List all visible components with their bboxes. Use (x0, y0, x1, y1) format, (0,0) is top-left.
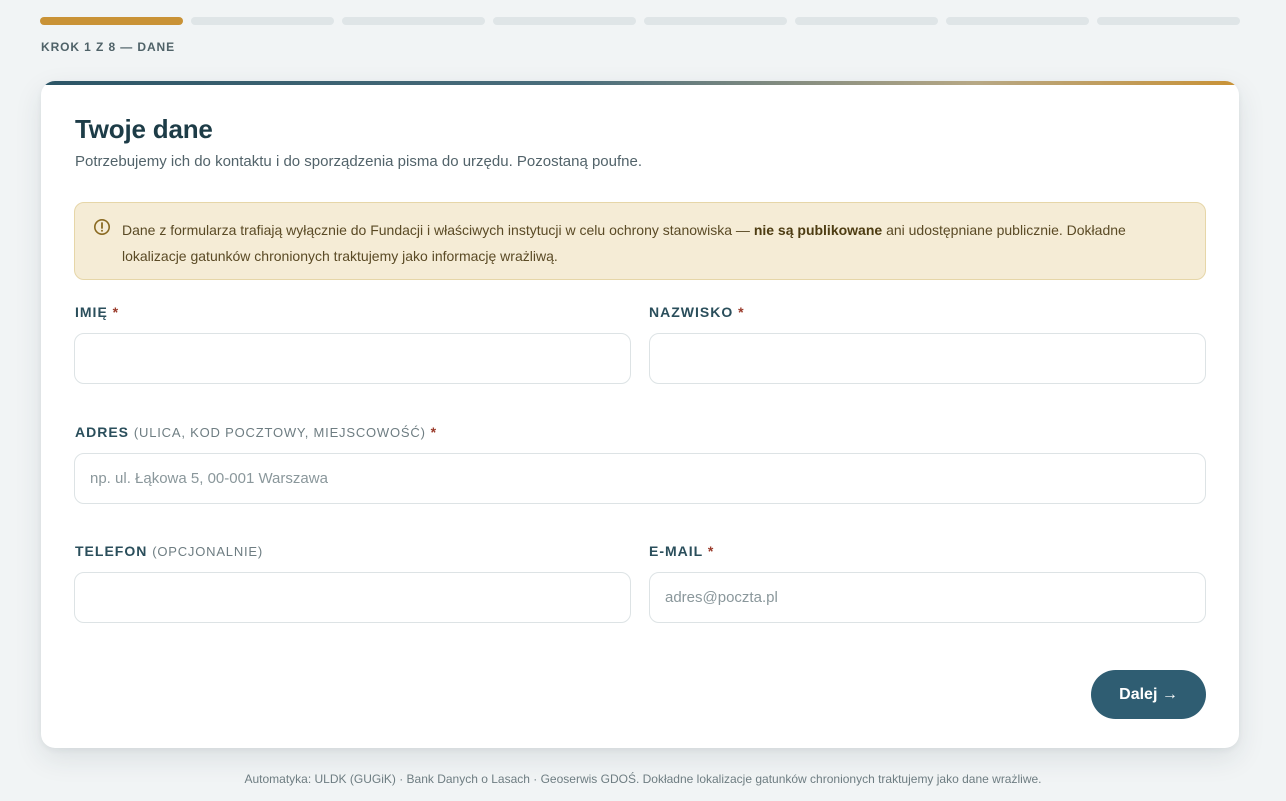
progress-steps (40, 17, 1240, 25)
progress-step-2 (191, 17, 334, 25)
footer-text: Automatyka: ULDK (GUGiK) · Bank Danych o… (244, 772, 1042, 786)
notice-text-bold: nie są publikowane (753, 222, 883, 238)
notice-text: Dane z formularza trafiają wyłącznie do … (122, 217, 1192, 269)
page: KROK 1 Z 8 — DANE Twoje dane Potrzebujem… (0, 0, 1286, 801)
required-mark: * (430, 424, 438, 440)
phone-hint: (OPCJONALNIE) (152, 544, 264, 559)
page-subtitle: Potrzebujemy ich do kontaktu i do sporzą… (75, 153, 643, 170)
required-mark: * (112, 304, 120, 320)
progress-step-4 (493, 17, 636, 25)
page-title: Twoje dane (75, 114, 213, 144)
progress-step-1 (40, 17, 183, 25)
required-mark: * (738, 304, 745, 320)
progress-step-6 (795, 17, 938, 25)
phone-input[interactable] (74, 572, 631, 623)
first-name-label: IMIĘ * (75, 304, 119, 320)
required-mark: * (707, 543, 715, 559)
form-card: Twoje dane Potrzebujemy ich do kontaktu … (41, 81, 1239, 748)
phone-label-text: TELEFON (75, 543, 148, 559)
phone-label: TELEFON (OPCJONALNIE) (75, 543, 263, 559)
email-label: E-MAIL * (649, 543, 714, 559)
info-circle-icon (94, 219, 110, 235)
progress-step-8 (1097, 17, 1240, 25)
progress-step-7 (946, 17, 1089, 25)
notice-text-before: Dane z formularza trafiają wyłącznie do … (122, 222, 754, 238)
first-name-input[interactable] (74, 333, 631, 384)
progress-step-5 (644, 17, 787, 25)
next-button[interactable]: Dalej → (1091, 670, 1206, 719)
card-accent-bar (41, 81, 1239, 85)
last-name-label: NAZWISKO * (649, 304, 745, 320)
address-hint: (ULICA, KOD POCZTOWY, MIEJSCOWOŚĆ) (133, 425, 426, 440)
address-label-text: ADRES (75, 424, 130, 440)
address-label: ADRES (ULICA, KOD POCZTOWY, MIEJSCOWOŚĆ)… (75, 424, 437, 440)
privacy-notice: Dane z formularza trafiają wyłącznie do … (74, 202, 1206, 280)
step-label: KROK 1 Z 8 — DANE (41, 40, 175, 54)
email-input[interactable] (649, 572, 1206, 623)
progress-step-3 (342, 17, 485, 25)
address-input[interactable] (74, 453, 1206, 504)
email-label-text: E-MAIL (649, 543, 703, 559)
last-name-input[interactable] (649, 333, 1206, 384)
last-name-label-text: NAZWISKO (649, 304, 734, 320)
first-name-label-text: IMIĘ (75, 304, 108, 320)
